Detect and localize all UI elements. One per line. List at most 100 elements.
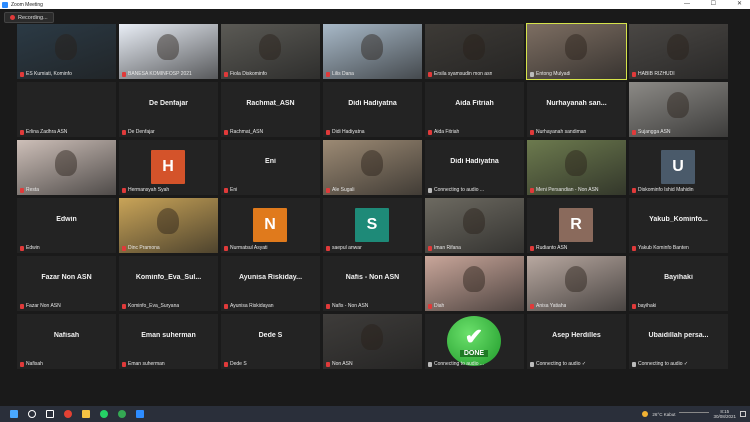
participant-tile[interactable]: Kominfo_Eva_Sul... Kominfo_Eva_Suryana [119, 256, 218, 311]
clock[interactable]: 8:15 30/08/2021 [713, 409, 736, 419]
participant-tile[interactable]: HABIB RIZHUDI [629, 24, 728, 79]
participant-tile[interactable]: Resta [17, 140, 116, 195]
mic-muted-icon [530, 303, 534, 309]
participant-display-name: Kominfo_Eva_Sul... [135, 274, 202, 281]
participant-name: Anisa Yatiaha [536, 303, 567, 309]
participant-tile[interactable]: Ayunisa Riskiday... Ayunisa Riskidayan [221, 256, 320, 311]
participant-tile[interactable]: H Hermansyah Syah [119, 140, 218, 195]
participant-tile[interactable]: Ubaidillah persa... Connecting to audio ✓ [629, 314, 728, 369]
clock-date: 30/08/2021 [713, 414, 736, 419]
zoom-icon[interactable] [136, 410, 144, 418]
participant-display-name: Didi Hadiyatna [348, 100, 397, 107]
mic-muted-icon [326, 361, 330, 367]
participant-name: saepul anwar [332, 245, 362, 251]
participant-tile[interactable]: ES Kumiati, Kominfo [17, 24, 116, 79]
participant-name: Nafis - Non ASN [332, 303, 369, 309]
participant-tile[interactable]: Fazar Non ASN Fazar Non ASN [17, 256, 116, 311]
participant-name: Diah [434, 303, 445, 309]
mic-muted-icon [428, 245, 432, 251]
participant-tile[interactable]: Rachmat_ASN Rachmat_ASN [221, 82, 320, 137]
chrome2-icon[interactable] [118, 410, 126, 418]
participant-tile[interactable]: Non ASN [323, 314, 422, 369]
participant-tile[interactable]: Sujangga ASN [629, 82, 728, 137]
participant-label: Hermansyah Syah [122, 187, 169, 193]
taskbar-apps [0, 410, 144, 418]
participant-label: Ayunisa Riskidayan [224, 303, 274, 309]
participant-tile[interactable]: Edwin Edwin [17, 198, 116, 253]
participant-tile[interactable]: Erlina Zadhra ASN [17, 82, 116, 137]
mic-icon [530, 71, 534, 77]
participant-display-name: Nurhayanah san... [546, 100, 607, 107]
participant-tile[interactable]: Yakub_Kominfo... Yakub Kominfo Banten [629, 198, 728, 253]
participant-display-name: Eni [265, 158, 276, 165]
participant-tile[interactable]: Iman Rifana [425, 198, 524, 253]
person-silhouette [667, 92, 689, 118]
explorer-icon[interactable] [82, 410, 90, 418]
participant-name: Iman Rifana [434, 245, 461, 251]
mic-muted-icon [122, 303, 126, 309]
maximize-button[interactable]: ☐ [711, 0, 716, 9]
participant-tile[interactable]: Meni Persandian - Non ASN [527, 140, 626, 195]
participant-tile[interactable]: Fiola Diskominfo [221, 24, 320, 79]
participant-tile[interactable]: Anisa Yatiaha [527, 256, 626, 311]
chrome-icon[interactable] [64, 410, 72, 418]
tray-icons[interactable] [679, 411, 710, 417]
participant-tile[interactable]: Ersila syamsudin mon asn [425, 24, 524, 79]
participant-name: Connecting to audio ✓ [536, 361, 587, 367]
participant-tile[interactable]: N Nurmatsul Asyati [221, 198, 320, 253]
whatsapp-icon[interactable] [100, 410, 108, 418]
participant-tile[interactable]: R Rudianto ASN [527, 198, 626, 253]
mic-muted-icon [122, 71, 126, 77]
participant-label: Resta [20, 187, 39, 193]
participant-tile[interactable]: De Denfajar De Denfajar [119, 82, 218, 137]
participant-tile[interactable]: Asep Herdilles Connecting to audio ✓ [527, 314, 626, 369]
participant-tile[interactable]: Nafis - Non ASN Nafis - Non ASN [323, 256, 422, 311]
participant-tile[interactable]: Diah [425, 256, 524, 311]
participant-name: Fazar Non ASN [26, 303, 61, 309]
notification-icon[interactable] [740, 411, 746, 417]
participant-tile[interactable]: Didi Hadiyatna Connecting to audio ... [425, 140, 524, 195]
participant-tile[interactable]: BANESA KOMINFOSP 2021 [119, 24, 218, 79]
mic-muted-icon [20, 187, 24, 193]
participant-label: Nurmatsul Asyati [224, 245, 268, 251]
mic-muted-icon [122, 187, 126, 193]
participant-label: Eni [224, 187, 237, 193]
mic-muted-icon [122, 245, 126, 251]
minimize-button[interactable]: — [684, 0, 690, 9]
participant-label: Kominfo_Eva_Suryana [122, 303, 179, 309]
taskview-icon[interactable] [46, 410, 54, 418]
windows-icon[interactable] [10, 410, 18, 418]
participant-name: HABIB RIZHUDI [638, 71, 675, 77]
participant-tile[interactable]: Nafisah Nafisah [17, 314, 116, 369]
close-button[interactable]: ✕ [737, 0, 742, 9]
participant-tile[interactable]: Lilis Dana [323, 24, 422, 79]
search-icon[interactable] [28, 410, 36, 418]
participant-tile[interactable]: Didi Hadiyatna Didi Hadiyatna [323, 82, 422, 137]
mic-muted-icon [224, 303, 228, 309]
participant-tile[interactable]: Aida Fitriah Aida Fitriah [425, 82, 524, 137]
participant-tile[interactable]: Entong Mulyadi [526, 23, 627, 80]
participant-tile[interactable]: Bayihaki bayihaki [629, 256, 728, 311]
participant-label: Diskominfo Ishid Mahidin [632, 187, 694, 193]
participant-display-name: Didi Hadiyatna [450, 158, 499, 165]
participant-label: Entong Mulyadi [530, 71, 570, 77]
participant-name: Aida Fitriah [434, 129, 460, 135]
weather-text[interactable]: 26°C Kabut [652, 412, 675, 417]
mic-muted-icon [326, 187, 330, 193]
participant-tile[interactable]: ✔ DONE Connecting to audio ... [425, 314, 524, 369]
participant-display-name: Yakub_Kominfo... [649, 216, 708, 223]
mic-muted-icon [632, 129, 636, 135]
recording-indicator[interactable]: Recording... [4, 12, 54, 23]
mic-muted-icon [20, 361, 24, 367]
participant-tile[interactable]: Dede S Dede S [221, 314, 320, 369]
participant-tile[interactable]: Dinc Pramona [119, 198, 218, 253]
participant-label: Rudianto ASN [530, 245, 567, 251]
mic-muted-icon [122, 129, 126, 135]
participant-tile[interactable]: U Diskominfo Ishid Mahidin [629, 140, 728, 195]
participant-label: Yakub Kominfo Banten [632, 245, 689, 251]
participant-tile[interactable]: Ale Sugali [323, 140, 422, 195]
participant-tile[interactable]: Ssaepul anwar [323, 198, 422, 253]
participant-tile[interactable]: Eman suherman Eman suherman [119, 314, 218, 369]
participant-tile[interactable]: Nurhayanah san... Nurhayanah sandiman [527, 82, 626, 137]
participant-tile[interactable]: Eni Eni [221, 140, 320, 195]
